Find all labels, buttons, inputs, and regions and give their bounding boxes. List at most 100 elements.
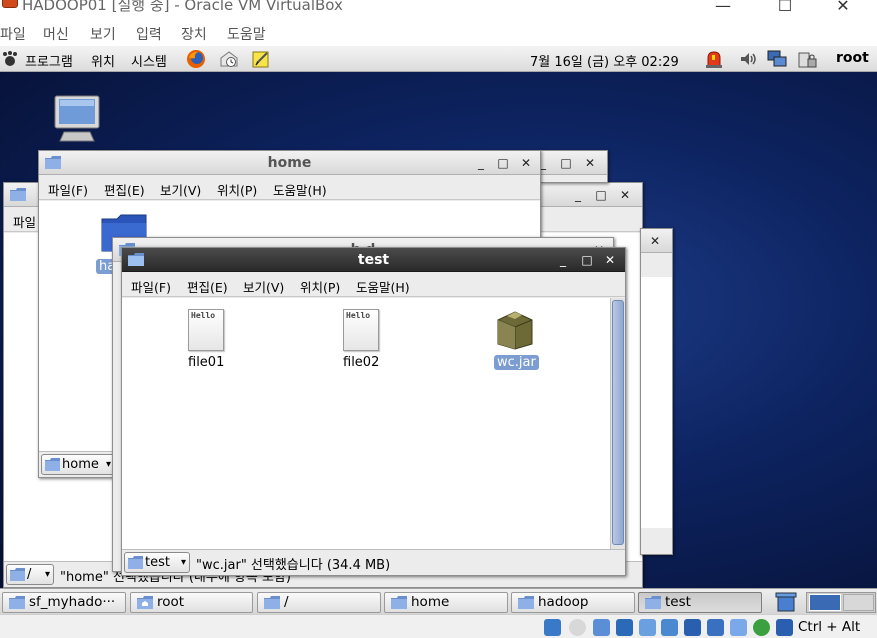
- minimize-button[interactable]: _: [472, 154, 490, 172]
- text-file-icon[interactable]: Hello: [343, 309, 379, 351]
- file-name-label[interactable]: file01: [188, 355, 224, 370]
- file-name-label[interactable]: file02: [343, 355, 379, 370]
- chevron-down-icon: ▾: [44, 569, 50, 580]
- minimize-button[interactable]: _: [569, 186, 587, 204]
- trash-icon[interactable]: [775, 592, 797, 612]
- menu-view[interactable]: 보기(V): [243, 277, 284, 296]
- mail-clock-icon[interactable]: [219, 49, 239, 69]
- menu-edit[interactable]: 편집(E): [104, 180, 145, 199]
- window-titlebar[interactable]: home _ □ ✕: [39, 151, 540, 175]
- host-minimize-button[interactable]: —: [700, 0, 746, 20]
- host-menu-devices[interactable]: 장치: [181, 24, 207, 44]
- optical-drive-icon[interactable]: [569, 619, 586, 636]
- taskbar-item-home[interactable]: home: [384, 592, 508, 613]
- computer-icon[interactable]: [52, 94, 102, 144]
- minimize-button[interactable]: _: [554, 251, 572, 269]
- panel-menu-system[interactable]: 시스템: [131, 51, 167, 70]
- close-button[interactable]: ✕: [616, 186, 634, 204]
- menu-places[interactable]: 위치(P): [217, 180, 257, 199]
- text-file-icon[interactable]: Hello: [188, 309, 224, 351]
- jar-archive-icon[interactable]: [495, 308, 535, 350]
- taskbar-item-test[interactable]: test: [638, 592, 762, 613]
- menu-edit[interactable]: 편집(E): [187, 277, 228, 296]
- host-menu-machine[interactable]: 머신: [43, 24, 69, 44]
- window-title: test: [357, 252, 390, 268]
- close-button[interactable]: ✕: [601, 251, 619, 269]
- usb-icon[interactable]: [639, 619, 656, 636]
- host-key-label[interactable]: Ctrl + Alt: [798, 619, 860, 635]
- keyboard-lock-icon[interactable]: [797, 49, 817, 69]
- window-title: home: [267, 155, 312, 171]
- maximize-button[interactable]: □: [578, 251, 596, 269]
- menu-help[interactable]: 도움말(H): [356, 277, 410, 296]
- file-window-behind-right[interactable]: ✕: [640, 228, 673, 555]
- workspace-switcher[interactable]: [806, 592, 876, 613]
- display-icon[interactable]: [684, 619, 701, 636]
- file-name-label[interactable]: wc.jar: [494, 355, 539, 370]
- cpu-icon[interactable]: [730, 619, 747, 636]
- shared-folders-icon[interactable]: [661, 619, 678, 636]
- menu-help[interactable]: 도움말(H): [273, 180, 327, 199]
- firefox-icon[interactable]: [186, 49, 206, 69]
- path-button[interactable]: home ▾: [41, 454, 115, 475]
- window-titlebar[interactable]: _ □ ✕: [541, 151, 607, 175]
- guest-top-panel: 프로그램 위치 시스템 7월 16일 (금) 오후 02:29 root: [0, 46, 877, 72]
- menu-view[interactable]: 보기(V): [160, 180, 201, 199]
- panel-user-name[interactable]: root: [836, 50, 869, 66]
- volume-icon[interactable]: [738, 49, 758, 69]
- panel-menu-places[interactable]: 위치: [91, 51, 115, 70]
- menu-file[interactable]: 파일(F): [48, 180, 88, 199]
- host-maximize-button[interactable]: ☐: [762, 0, 808, 20]
- host-menu-help[interactable]: 도움말: [227, 24, 266, 44]
- mouse-integration-icon[interactable]: [776, 619, 793, 636]
- maximize-button[interactable]: □: [557, 154, 575, 172]
- host-menu-input[interactable]: 입력: [136, 24, 162, 44]
- folder-icon: [10, 568, 25, 581]
- video-capture-icon[interactable]: [707, 619, 724, 636]
- guest-additions-icon[interactable]: [753, 619, 770, 636]
- folder-icon: [518, 596, 534, 609]
- folder-icon: [645, 596, 661, 609]
- host-menu-bar: 파일 머신 보기 입력 장치 도움말: [0, 20, 877, 46]
- home-folder-icon: [137, 596, 153, 609]
- vertical-scrollbar[interactable]: [610, 298, 625, 549]
- taskbar-item-root[interactable]: root: [130, 592, 253, 613]
- close-button[interactable]: ✕: [517, 154, 535, 172]
- folder-icon: [264, 596, 280, 609]
- menu-places[interactable]: 위치(P): [300, 277, 340, 296]
- file-window-behind[interactable]: _ □ ✕: [540, 150, 608, 183]
- file-icon-view[interactable]: Hello file01 Hello file02 wc.jar: [122, 298, 625, 549]
- close-button[interactable]: ✕: [646, 232, 664, 250]
- path-button[interactable]: / ▾: [6, 564, 54, 585]
- menu-file[interactable]: 파일(F): [131, 277, 171, 296]
- chevron-down-icon: ▾: [180, 557, 186, 568]
- audio-icon[interactable]: [593, 619, 610, 636]
- network-icon[interactable]: [767, 49, 787, 69]
- menu-file[interactable]: 파일: [13, 212, 36, 231]
- file-window-test[interactable]: test _ □ ✕ 파일(F) 편집(E) 보기(V) 위치(P) 도움말(H…: [121, 247, 626, 576]
- window-titlebar[interactable]: ✕: [641, 229, 672, 253]
- maximize-button[interactable]: □: [592, 186, 610, 204]
- panel-clock[interactable]: 7월 16일 (금) 오후 02:29: [530, 51, 679, 70]
- host-close-button[interactable]: ✕: [820, 0, 866, 20]
- scrollbar-thumb[interactable]: [612, 300, 624, 545]
- window-titlebar[interactable]: test _ □ ✕: [122, 248, 625, 272]
- workspace-1[interactable]: [809, 594, 841, 611]
- host-menu-view[interactable]: 보기: [90, 24, 116, 44]
- hard-disk-icon[interactable]: [544, 619, 561, 636]
- taskbar-item-sf-myhadoop[interactable]: sf_myhado···: [2, 592, 126, 613]
- panel-menu-applications[interactable]: 프로그램: [25, 51, 73, 70]
- notes-edit-icon[interactable]: [251, 49, 271, 69]
- network-adapter-icon[interactable]: [616, 619, 633, 636]
- maximize-button[interactable]: □: [494, 154, 512, 172]
- path-button[interactable]: test ▾: [124, 552, 190, 573]
- update-alert-icon[interactable]: [704, 49, 724, 69]
- minimize-button[interactable]: _: [541, 154, 552, 172]
- close-button[interactable]: ✕: [581, 154, 599, 172]
- workspace-2[interactable]: [843, 594, 874, 611]
- virtualbox-icon: [2, 0, 18, 8]
- taskbar-item-hadoop[interactable]: hadoop: [511, 592, 635, 613]
- host-menu-file[interactable]: 파일: [0, 24, 26, 44]
- taskbar-item-root-dir[interactable]: /: [257, 592, 381, 613]
- folder-icon: [128, 556, 143, 569]
